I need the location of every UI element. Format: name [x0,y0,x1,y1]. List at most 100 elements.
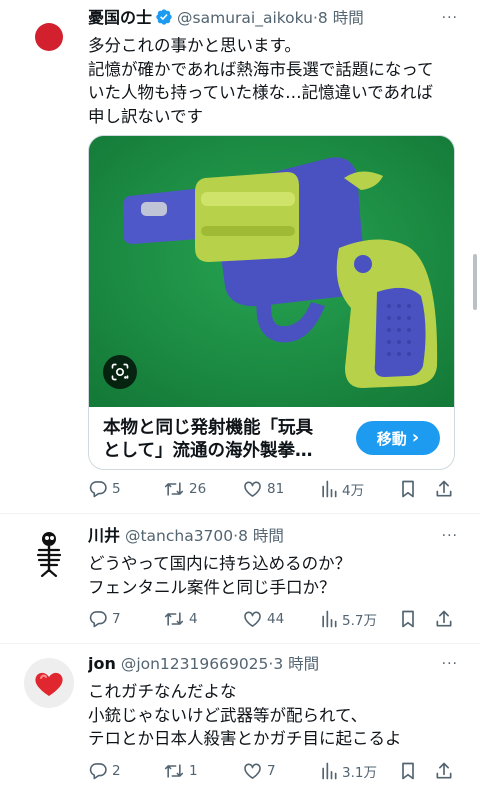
retweet-count: 26 [189,481,207,497]
card-image[interactable] [89,136,454,407]
like-button[interactable]: 81 [242,477,284,501]
retweet-button[interactable]: 4 [163,607,198,631]
heart-icon [244,481,261,497]
like-button[interactable]: 7 [242,759,276,783]
display-name[interactable]: jon [88,654,116,673]
reply-icon [89,481,107,498]
share-button[interactable] [434,477,454,501]
view-count: 4万 [342,483,365,499]
avatar-japan-flag[interactable] [24,12,74,62]
share-button[interactable] [434,607,454,631]
tweet-text-line: 小銃じゃないけど武器等が配られて、 [88,705,368,725]
retweet-icon [164,482,184,496]
like-count: 7 [267,763,276,779]
tweet-text-line: フェンタニル案件と同じ手口か？ [88,577,336,597]
more-options-icon[interactable]: ··· [442,524,458,548]
like-button[interactable]: 44 [242,607,284,631]
card-footer[interactable]: 本物と同じ発射機能「玩具 として」流通の海外製拳… 移動 › [89,407,454,469]
share-icon [436,480,452,497]
tweet-text: これガチなんだよな 小銃じゃないけど武器等が配られて、 テロとか日本人殺害とかガ… [88,680,458,751]
lens-search-icon [111,363,129,381]
link-card[interactable]: 本物と同じ発射機能「玩具 として」流通の海外製拳… 移動 › [88,135,455,470]
retweet-count: 4 [189,611,198,627]
bookmark-button[interactable] [399,607,417,631]
avatar-fish-bone[interactable] [24,528,74,578]
timestamp[interactable]: ·8 時間 [313,9,364,27]
tweet-text-line: どうやって国内に持ち込めるのか？ [88,554,352,573]
more-options-icon[interactable]: ··· [442,652,458,676]
card-title-line: 本物と同じ発射機能「玩具 [103,418,313,438]
card-title: 本物と同じ発射機能「玩具 として」流通の海外製拳… [103,417,344,463]
bookmark-icon [402,762,414,780]
tweet-actions: 5 26 81 4万 [88,477,458,501]
heart-icon [244,611,261,627]
retweet-button[interactable]: 26 [163,477,206,501]
tweet-text-line: これガチなんだよな [88,682,237,701]
tweet-1[interactable]: 憂国の士 @samurai_aikoku·8 時間 ··· 多分これの事かと思いま… [0,0,480,512]
tweet-text-line: 申し訳ないです [88,106,204,126]
views-icon [322,480,337,498]
view-count: 3.1万 [342,765,377,781]
more-options-icon[interactable]: ··· [442,6,458,30]
verified-badge-icon [155,8,173,30]
reply-icon [89,611,107,628]
retweet-button[interactable]: 1 [163,759,198,783]
bookmark-button[interactable] [399,759,417,783]
scrollbar[interactable] [473,254,477,310]
tweet-header: jon @jon12319669025·3 時間 ··· [88,652,458,676]
heart-icon [244,763,261,779]
chevron-right-icon: › [411,427,420,448]
reply-count: 2 [112,763,121,779]
tweet-2[interactable]: 川井 @tancha3700·8 時間 ··· どうやって国内に持ち込めるのか？… [0,514,480,642]
go-button-label: 移動 [376,429,407,448]
reply-icon [89,763,107,780]
tweet-text: どうやって国内に持ち込めるのか？ フェンタニル案件と同じ手口か？ [88,552,458,599]
share-icon [436,610,452,627]
fish-bone-icon [36,532,62,578]
tweet-text-line: 多分これの事かと思います。 [88,36,301,55]
avatar-heart[interactable] [24,658,74,708]
google-lens-button[interactable] [103,355,137,389]
retweet-icon [164,612,184,626]
timestamp[interactable]: ·8 時間 [233,527,284,545]
views-button[interactable]: 4万 [320,477,364,501]
go-to-link-button[interactable]: 移動 › [356,421,440,455]
tweet-text-line: テロとか日本人殺害とかガチ目に起こるよ [88,729,402,748]
timestamp[interactable]: ·3 時間 [268,655,319,673]
tweet-text: 多分これの事かと思います。 記憶が確かであれば熱海市長選で話題になって いた人物… [88,34,458,128]
retweet-count: 1 [189,763,198,779]
like-count: 44 [267,611,285,627]
view-count: 5.7万 [342,613,377,629]
bookmark-icon [402,610,414,628]
reply-count: 7 [112,611,121,627]
share-icon [436,762,452,779]
views-button[interactable]: 5.7万 [320,607,377,631]
views-icon [322,610,337,628]
tweet-actions: 7 4 44 5.7万 [88,607,458,631]
user-handle[interactable]: @tancha3700 [125,527,233,545]
user-handle[interactable]: @samurai_aikoku [177,9,313,27]
bookmark-button[interactable] [399,477,417,501]
reply-button[interactable]: 7 [88,607,121,631]
tweet-actions: 2 1 7 3.1万 [88,759,458,783]
japan-flag-icon [24,12,74,62]
tweet-header: 川井 @tancha3700·8 時間 ··· [88,524,458,548]
card-title-line: として」流通の海外製拳… [103,441,313,461]
red-heart-icon [35,672,63,696]
tweet-header: 憂国の士 @samurai_aikoku·8 時間 ··· [88,6,458,30]
user-handle[interactable]: @jon12319669025 [121,655,269,673]
retweet-icon [164,764,184,778]
views-button[interactable]: 3.1万 [320,759,377,783]
tweet-3[interactable]: jon @jon12319669025·3 時間 ··· これガチなんだよな 小… [0,644,480,790]
reply-count: 5 [112,481,121,497]
like-count: 81 [267,481,285,497]
display-name[interactable]: 川井 [88,526,120,545]
views-icon [322,762,337,780]
reply-button[interactable]: 2 [88,759,121,783]
reply-button[interactable]: 5 [88,477,121,501]
tweet-text-line: いた人物も持っていた様な…記憶違いであれば [88,83,434,102]
bookmark-icon [402,480,414,498]
share-button[interactable] [434,759,454,783]
display-name[interactable]: 憂国の士 [88,8,152,27]
toy-revolver-image [89,136,454,407]
